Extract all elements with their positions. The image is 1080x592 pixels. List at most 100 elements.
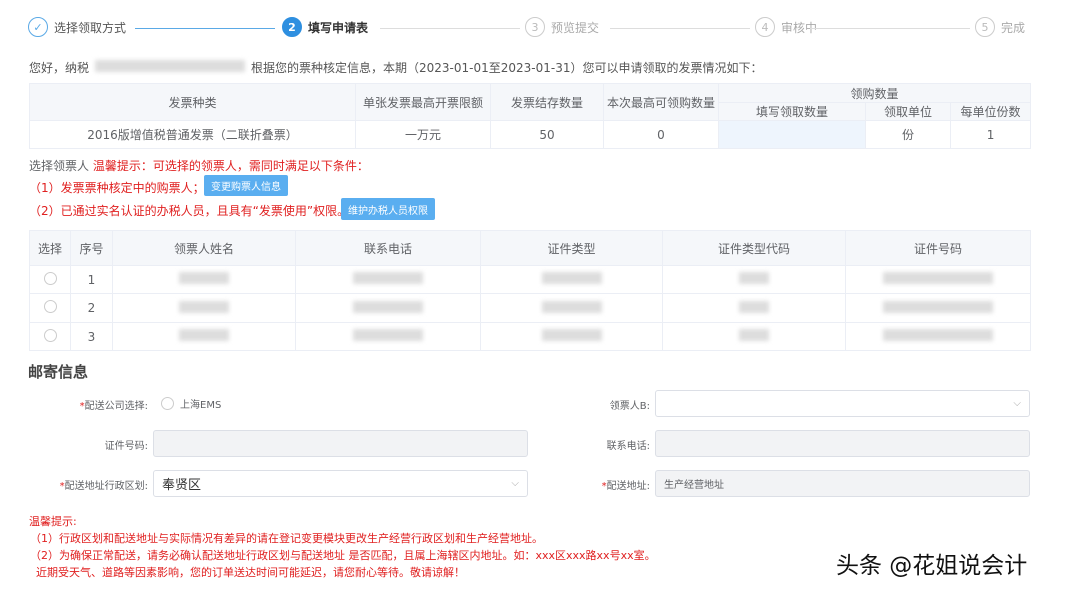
greeting-prefix: 您好，纳税 xyxy=(29,61,89,75)
redacted xyxy=(883,329,993,341)
invoice-unit: 份 xyxy=(866,121,951,149)
step-connector xyxy=(380,28,520,29)
row-index: 2 xyxy=(71,294,113,323)
id-number-field[interactable] xyxy=(153,430,528,457)
col-header: 证件类型 xyxy=(481,231,663,266)
invoice-limit: 一万元 xyxy=(356,121,491,149)
table-row: 2 xyxy=(30,294,1031,323)
step-3: 3预览提交 xyxy=(525,17,599,37)
invoice-max: 0 xyxy=(604,121,719,149)
step-label: 完成 xyxy=(1001,19,1025,36)
id-label: 证件号码: xyxy=(40,437,148,452)
district-value: 奉贤区 xyxy=(162,474,201,493)
col-header: 单张发票最高开票限额 xyxy=(356,84,491,121)
district-label: *配送地址行政区划: xyxy=(30,477,148,492)
redacted xyxy=(739,272,769,284)
watermark: 头条 @花姐说会计 xyxy=(836,546,1027,580)
warning-line: （1）行政区划和配送地址与实际情况有差异的请在登记变更模块更改生产经营行政区划和… xyxy=(30,530,543,546)
redacted xyxy=(542,301,602,313)
condition-1: （1）发票票种核定中的购票人； xyxy=(29,179,205,196)
select-radio[interactable] xyxy=(44,300,57,313)
radio-icon[interactable] xyxy=(161,397,174,410)
greeting: 您好，纳税根据您的票种核定信息，本期（2023-01-01至2023-01-31… xyxy=(29,59,763,76)
step-number: 5 xyxy=(975,17,995,37)
step-4: 4 审核中 xyxy=(755,17,817,37)
col-header: 填写领取数量 xyxy=(719,103,866,121)
redacted xyxy=(883,301,993,313)
invoice-per-unit: 1 xyxy=(951,121,1031,149)
row-index: 3 xyxy=(71,323,113,351)
step-5: 5 完成 xyxy=(975,17,1025,37)
step-number: 2 xyxy=(282,17,302,37)
label-text: 配送地址行政区划: xyxy=(65,481,148,492)
redacted xyxy=(179,272,229,284)
col-header: 证件号码 xyxy=(846,231,1031,266)
receiver-label: 领票人B: xyxy=(540,397,650,412)
redacted xyxy=(179,329,229,341)
redacted xyxy=(542,329,602,341)
redacted xyxy=(353,272,423,284)
person-table: 选择序号领票人姓名联系电话证件类型证件类型代码证件号码 1 2 3 xyxy=(29,230,1031,351)
select-radio[interactable] xyxy=(44,272,57,285)
col-header: 领票人姓名 xyxy=(113,231,296,266)
redacted xyxy=(542,272,602,284)
redacted xyxy=(179,301,229,313)
address-field[interactable]: 生产经营地址 xyxy=(655,470,1030,497)
notice-line: 选择领票人 温馨提示：可选择的领票人，需同时满足以下条件： xyxy=(29,157,369,174)
col-header: 领取单位 xyxy=(866,103,951,121)
address-value: 生产经营地址 xyxy=(664,476,724,491)
warning-line: （2）为确保正常配送，请务必确认配送地址行政区划与配送地址 是否匹配，且属上海辖… xyxy=(30,547,656,563)
district-select[interactable]: 奉贤区 ⌵ xyxy=(153,470,528,497)
step-label: 审核中 xyxy=(781,19,817,36)
maintain-permissions-button[interactable]: 维护办税人员权限 xyxy=(341,198,435,220)
col-header: 序号 xyxy=(71,231,113,266)
step-label: 填写申请表 xyxy=(308,19,368,36)
change-buyer-button[interactable]: 变更购票人信息 xyxy=(204,175,288,196)
step-connector xyxy=(610,28,750,29)
receiver-select[interactable]: ⌵ xyxy=(655,390,1030,417)
quantity-input[interactable] xyxy=(719,121,866,149)
notice-hint: 温馨提示：可选择的领票人，需同时满足以下条件： xyxy=(93,159,369,173)
redacted xyxy=(353,329,423,341)
step-connector xyxy=(810,28,970,29)
redacted xyxy=(739,329,769,341)
mail-section-title: 邮寄信息 xyxy=(28,361,88,382)
redacted xyxy=(883,272,993,284)
step-number: 3 xyxy=(525,17,545,37)
table-row: 3 xyxy=(30,323,1031,351)
warning-title: 温馨提示: xyxy=(29,513,77,529)
redacted-name xyxy=(95,60,245,72)
redacted xyxy=(353,301,423,313)
company-label: *配送公司选择: xyxy=(40,397,148,412)
redacted xyxy=(739,301,769,313)
label-text: 配送地址: xyxy=(607,481,650,492)
col-header: 证件类型代码 xyxy=(663,231,846,266)
col-header: 发票种类 xyxy=(30,84,356,121)
invoice-stock: 50 xyxy=(491,121,604,149)
invoice-type: 2016版增值税普通发票（二联折叠票） xyxy=(30,121,356,149)
radio-label: 上海EMS xyxy=(180,396,221,411)
step-1: ✓选择领取方式 xyxy=(28,17,126,37)
col-header: 每单位份数 xyxy=(951,103,1031,121)
select-radio[interactable] xyxy=(44,329,57,342)
warning-line: 近期受天气、道路等因素影响，您的订单送达时间可能延迟，请您耐心等待。敬请谅解！ xyxy=(36,564,465,580)
col-header: 本次最高可领购数量 xyxy=(604,84,719,121)
phone-field[interactable] xyxy=(655,430,1030,457)
chevron-down-icon: ⌵ xyxy=(511,478,519,489)
step-connector xyxy=(135,28,275,29)
ems-radio[interactable]: 上海EMS xyxy=(161,396,221,411)
step-2: 2 填写申请表 xyxy=(282,17,368,37)
chevron-down-icon: ⌵ xyxy=(1013,398,1021,409)
col-header: 联系电话 xyxy=(296,231,481,266)
table-row: 1 xyxy=(30,266,1031,294)
col-header: 领购数量 xyxy=(719,84,1031,103)
invoice-table: 发票种类单张发票最高开票限额发票结存数量本次最高可领购数量领购数量 填写领取数量… xyxy=(29,83,1031,149)
step-label: 选择领取方式 xyxy=(54,19,126,36)
col-header: 发票结存数量 xyxy=(491,84,604,121)
step-number: 4 xyxy=(755,17,775,37)
address-label: *配送地址: xyxy=(540,477,650,492)
notice-label: 选择领票人 xyxy=(29,159,89,173)
table-row: 2016版增值税普通发票（二联折叠票）一万元500 份1 xyxy=(30,121,1031,149)
label-text: 配送公司选择: xyxy=(85,401,148,412)
row-index: 1 xyxy=(71,266,113,294)
